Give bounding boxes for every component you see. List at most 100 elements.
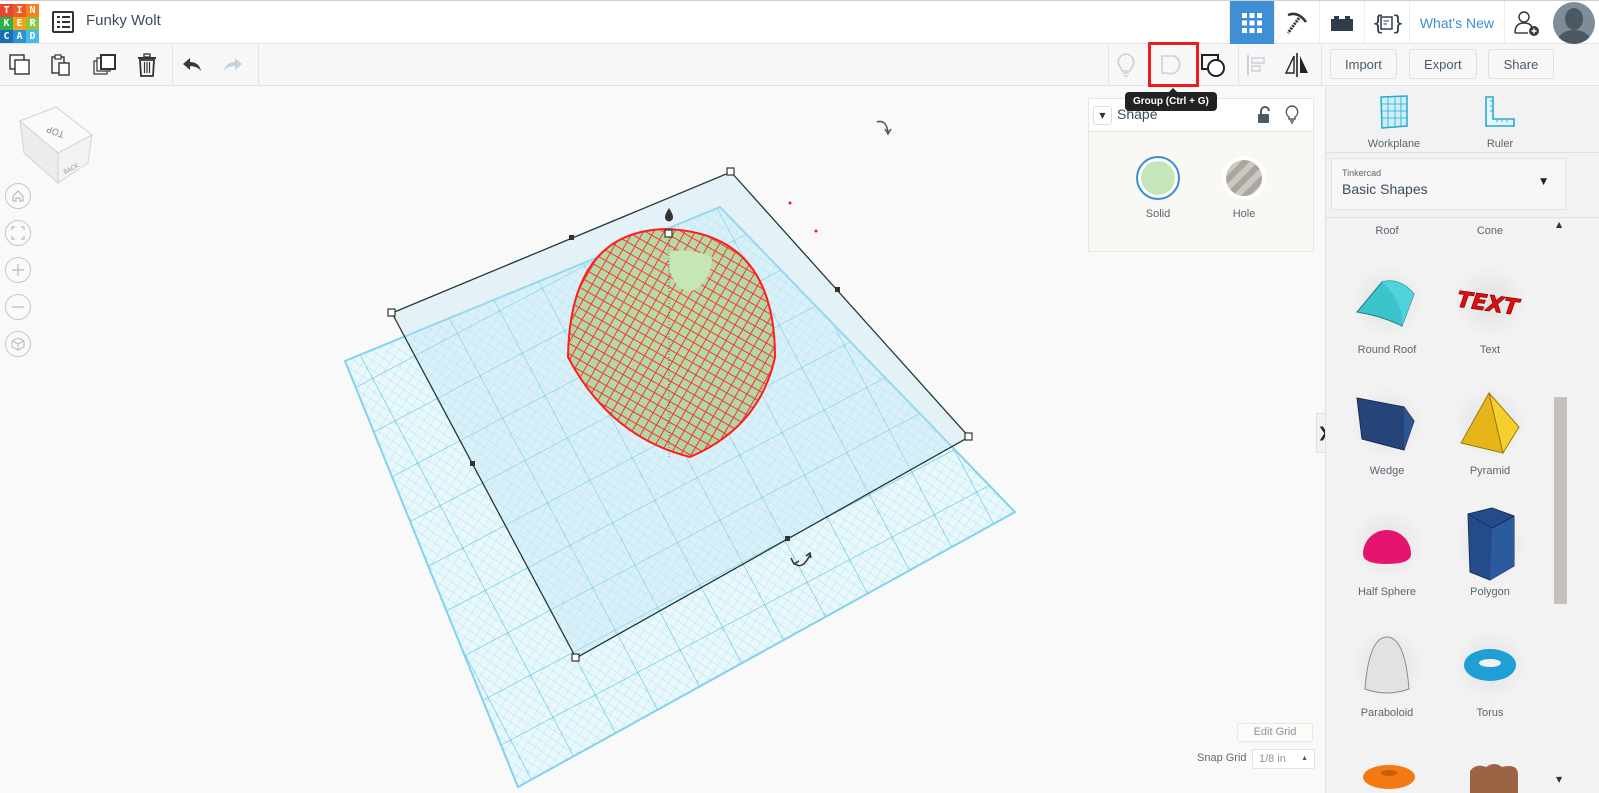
redo-icon [224,58,242,71]
sidebar-scrollbar[interactable] [1554,397,1567,604]
pickaxe-icon [1286,12,1307,34]
shape-round-roof[interactable]: Round Roof [1337,262,1437,356]
pyramid-icon [1460,391,1520,455]
workplane-tool[interactable]: Workplane [1354,95,1434,150]
grid-icon [1241,13,1262,33]
codeblocks-button[interactable]: {} [1363,1,1409,45]
lightbulb-icon[interactable] [1285,105,1299,125]
copy-button[interactable] [5,50,35,80]
shape-label: Polygon [1470,586,1510,598]
shape-label: Roof [1375,225,1399,237]
hole-swatch[interactable] [1222,156,1266,200]
svg-text:TEXT: TEXT [1455,288,1522,322]
ungroup-icon [1201,54,1225,77]
inspector-collapse-button[interactable]: ▼ [1093,106,1112,125]
hole-label: Hole [1232,208,1256,220]
snap-grid-select[interactable]: 1/8 in [1252,749,1315,769]
undo-icon [183,58,201,71]
shape-wedge[interactable]: Wedge [1337,383,1437,477]
logo-letter: I [13,4,26,17]
logo-letter: A [13,30,26,43]
shape-label: Pyramid [1469,465,1511,477]
project-title[interactable]: Funky Wolt [86,12,161,29]
edit-toolbar: Import Export Share [0,44,1599,86]
logo-letter: E [13,17,26,30]
duplicate-icon [93,54,116,75]
logo-letter: R [26,17,39,30]
unlock-icon[interactable] [1257,106,1271,124]
shape-label: Text [1479,344,1501,356]
half-sphere-icon [1363,530,1411,564]
share-button[interactable]: Share [1488,49,1554,79]
add-user-icon [1514,11,1539,36]
paraboloid-icon [1364,636,1410,694]
mirror-icon [1284,53,1308,77]
logo-letter: C [0,30,13,43]
shape-text[interactable]: TEXT Text [1440,262,1540,356]
workplane-label: Workplane [1367,138,1421,150]
whats-new-link[interactable]: What's New [1408,1,1504,45]
shape-cone[interactable]: Cone [1440,223,1540,237]
wedge-icon [1356,397,1415,451]
ruler-label: Ruler [1486,138,1514,150]
redo-button[interactable] [218,50,248,80]
invite-user-button[interactable] [1504,1,1549,45]
ruler-icon [1485,96,1515,127]
show-hide-button[interactable] [1111,50,1141,80]
shape-roof[interactable]: Roof [1337,223,1437,237]
undo-button[interactable] [177,50,207,80]
library-source: Tinkercad [1342,168,1382,178]
solid-swatch[interactable] [1136,156,1180,200]
logo-letter: T [0,4,13,17]
brick-icon [1330,16,1353,31]
copy-icon [9,54,30,75]
align-button[interactable] [1242,50,1272,80]
shape-library-select[interactable]: Tinkercad Basic Shapes ▼ [1331,158,1566,210]
shape-pyramid[interactable]: Pyramid [1440,383,1540,477]
tinkercad-logo[interactable]: TINKERCAD [0,4,40,43]
paste-button[interactable] [46,50,76,80]
user-avatar[interactable] [1553,2,1595,44]
scroll-down-icon[interactable]: ▼ [1556,775,1562,784]
shape-torus[interactable]: Torus [1440,625,1540,719]
edit-grid-button[interactable]: Edit Grid [1237,723,1313,742]
svg-text:{: { [1372,11,1384,35]
shape-label: Round Roof [1357,344,1417,356]
trash-icon [138,53,156,77]
group-button-highlight [1148,42,1199,87]
mirror-button[interactable] [1282,50,1312,80]
snap-grid-label: Snap Grid [1197,752,1247,764]
tube-shape-icon[interactable] [1361,763,1417,793]
svg-text:}: } [1392,11,1402,35]
duplicate-button[interactable] [90,50,120,80]
hole-option[interactable]: Hole [1214,156,1274,220]
import-button[interactable]: Import [1330,49,1397,79]
heart-shape-icon[interactable] [1466,763,1522,793]
design-list-icon[interactable] [52,11,74,33]
shape-half-sphere[interactable]: Half Sphere [1337,504,1437,598]
circuits-button[interactable] [1273,1,1319,45]
polygon-icon [1467,507,1515,581]
bricks-button[interactable] [1318,1,1364,45]
codeblocks-icon: {} [1372,11,1402,35]
align-icon [1247,55,1265,75]
solid-option[interactable]: Solid [1128,156,1188,220]
delete-button[interactable] [132,50,162,80]
shape-polygon[interactable]: Polygon [1440,504,1540,598]
scroll-up-icon[interactable]: ▲ [1556,220,1562,229]
shape-inspector-panel: ▼ Shape Solid Hole [1088,98,1314,252]
shape-label: Half Sphere [1357,586,1417,598]
3d-design-view-button[interactable] [1228,1,1274,45]
ruler-tool[interactable]: Ruler [1460,95,1540,150]
torus-icon [1464,649,1516,681]
solid-label: Solid [1145,208,1171,220]
paste-icon [51,54,70,76]
export-button[interactable]: Export [1409,49,1477,79]
lightbulb-icon [1117,53,1135,77]
ungroup-button[interactable] [1199,50,1229,80]
group-tooltip: Group (Ctrl + G) [1125,88,1217,111]
text-3d-icon: TEXT [1455,287,1522,322]
shape-paraboloid[interactable]: Paraboloid [1337,625,1437,719]
logo-letter: K [0,17,13,30]
shape-label: Torus [1476,707,1504,719]
